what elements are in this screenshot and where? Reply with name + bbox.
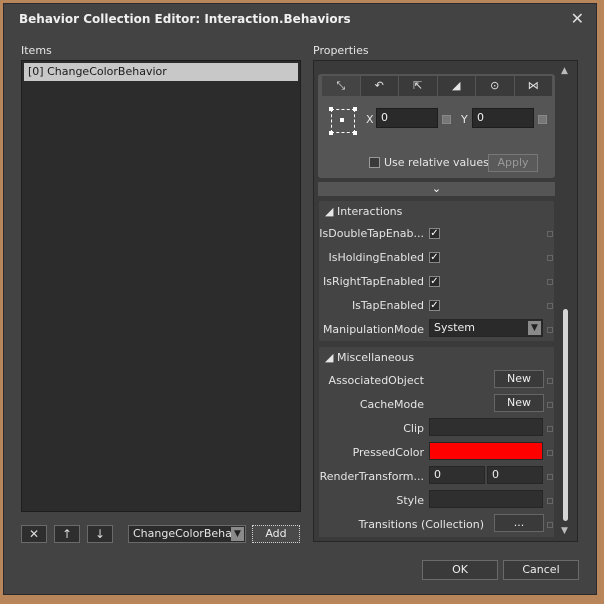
- expand-row[interactable]: ⌄: [318, 182, 555, 196]
- render-transform-x-input[interactable]: 0: [429, 466, 485, 484]
- scroll-down-icon[interactable]: ▼: [561, 526, 568, 536]
- arrow-down-icon: ↓: [94, 527, 106, 541]
- is-tap-checkbox[interactable]: ✓: [429, 300, 440, 311]
- ok-button[interactable]: OK: [422, 560, 498, 580]
- scale-icon: ⇱: [413, 79, 423, 92]
- cache-mode-label: CacheMode: [359, 398, 424, 411]
- render-transform-y-input[interactable]: 0: [487, 466, 543, 484]
- chevron-down-icon[interactable]: ▼: [528, 321, 541, 335]
- behavior-type-combo[interactable]: ChangeColorBeha ▼: [128, 525, 246, 543]
- anchor-point-icon[interactable]: [329, 107, 355, 133]
- property-marker[interactable]: [547, 402, 553, 408]
- items-list[interactable]: [0] ChangeColorBehavior: [21, 60, 301, 512]
- tab-rotate[interactable]: ↶: [360, 76, 399, 96]
- style-label: Style: [396, 494, 424, 507]
- is-tap-label: IsTapEnabled: [351, 299, 424, 312]
- property-marker[interactable]: [547, 498, 553, 504]
- properties-scrollbar[interactable]: ▲ ▼: [559, 64, 573, 538]
- items-label: Items: [21, 44, 52, 57]
- manipulation-mode-label: ManipulationMode: [322, 323, 424, 336]
- interactions-header[interactable]: ◢ Interactions: [325, 205, 402, 218]
- property-marker[interactable]: [547, 522, 553, 528]
- transitions-name: Transitions: [358, 518, 418, 531]
- manipulation-mode-value: System: [434, 321, 476, 334]
- property-marker[interactable]: [547, 255, 553, 261]
- behavior-type-value: ChangeColorBeha: [133, 527, 232, 540]
- is-holding-checkbox[interactable]: ✓: [429, 252, 440, 263]
- close-icon[interactable]: ✕: [571, 9, 584, 28]
- transform-tabs: ⤡ ↶ ⇱ ◢ ⊙ ⋈: [322, 76, 552, 96]
- clip-field[interactable]: [429, 418, 543, 436]
- center-point-icon: ⊙: [490, 79, 500, 92]
- chevron-down-icon[interactable]: ▼: [231, 527, 244, 541]
- clip-label: Clip: [403, 422, 424, 435]
- chevron-down-icon: ⌄: [431, 182, 442, 195]
- interactions-header-label: Interactions: [336, 205, 403, 218]
- properties-label: Properties: [313, 44, 369, 57]
- property-marker[interactable]: [547, 279, 553, 285]
- tab-skew[interactable]: ◢: [437, 76, 476, 96]
- move-up-button[interactable]: ↑: [54, 525, 80, 543]
- tab-center-point[interactable]: ⊙: [476, 76, 515, 96]
- skew-icon: ◢: [452, 79, 461, 92]
- miscellaneous-group: ◢ Miscellaneous AssociatedObject New Cac…: [318, 346, 555, 538]
- relative-values-label: Use relative values: [384, 156, 489, 169]
- y-input[interactable]: 0: [472, 108, 534, 128]
- manipulation-mode-select[interactable]: System ▼: [429, 319, 543, 337]
- associated-object-label: AssociatedObject: [328, 374, 424, 387]
- style-field[interactable]: [429, 490, 543, 508]
- tab-translate[interactable]: ⤡: [322, 76, 361, 96]
- list-item[interactable]: [0] ChangeColorBehavior: [24, 63, 298, 81]
- is-double-tap-label: IsDoubleTapEnab...: [319, 227, 424, 240]
- pressed-color-label: PressedColor: [352, 446, 424, 459]
- associated-object-new-button[interactable]: New: [494, 370, 544, 388]
- relative-values-checkbox[interactable]: [369, 157, 380, 168]
- property-marker[interactable]: [547, 378, 553, 384]
- transitions-label: Transitions (Collection): [359, 518, 484, 531]
- interactions-group: ◢ Interactions IsDoubleTapEnab... ✓ IsHo…: [318, 200, 555, 342]
- tab-flip[interactable]: ⋈: [514, 76, 552, 96]
- cache-mode-new-button[interactable]: New: [494, 394, 544, 412]
- property-marker[interactable]: [547, 474, 553, 480]
- render-transform-label: RenderTransform...: [319, 470, 424, 483]
- y-label: Y: [461, 113, 468, 126]
- miscellaneous-header[interactable]: ◢ Miscellaneous: [325, 351, 414, 364]
- is-right-tap-checkbox[interactable]: ✓: [429, 276, 440, 287]
- pressed-color-swatch[interactable]: [429, 442, 543, 460]
- property-marker[interactable]: [547, 327, 553, 333]
- rotate-icon: ↶: [374, 79, 384, 92]
- move-icon: ⤡: [336, 79, 346, 92]
- x-label: X: [366, 113, 374, 126]
- scroll-thumb[interactable]: [563, 309, 568, 521]
- transitions-value: (Collection): [421, 518, 484, 531]
- title-bar: Behavior Collection Editor: Interaction.…: [4, 4, 596, 34]
- transitions-edit-button[interactable]: ...: [494, 514, 544, 532]
- flip-icon: ⋈: [527, 79, 539, 92]
- tab-scale[interactable]: ⇱: [399, 76, 438, 96]
- dialog-title: Behavior Collection Editor: Interaction.…: [19, 12, 351, 26]
- property-marker[interactable]: [547, 426, 553, 432]
- miscellaneous-header-label: Miscellaneous: [336, 351, 415, 364]
- y-advanced-marker[interactable]: [538, 115, 547, 124]
- property-marker[interactable]: [547, 231, 553, 237]
- is-holding-label: IsHoldingEnabled: [328, 251, 424, 264]
- cancel-button[interactable]: Cancel: [503, 560, 579, 580]
- is-right-tap-label: IsRightTapEnabled: [322, 275, 424, 288]
- property-marker[interactable]: [547, 450, 553, 456]
- remove-item-button[interactable]: ✕: [21, 525, 47, 543]
- remove-icon: ✕: [28, 527, 40, 541]
- move-down-button[interactable]: ↓: [87, 525, 113, 543]
- is-double-tap-checkbox[interactable]: ✓: [429, 228, 440, 239]
- property-marker[interactable]: [547, 303, 553, 309]
- scroll-up-icon[interactable]: ▲: [561, 66, 568, 76]
- transform-panel: ⤡ ↶ ⇱ ◢ ⊙ ⋈ X 0 Y 0 Use relative values …: [318, 74, 555, 178]
- behavior-collection-editor-dialog: Behavior Collection Editor: Interaction.…: [3, 3, 597, 595]
- x-advanced-marker[interactable]: [442, 115, 451, 124]
- arrow-up-icon: ↑: [61, 527, 73, 541]
- add-button[interactable]: Add: [252, 525, 300, 543]
- apply-button[interactable]: Apply: [488, 154, 538, 172]
- x-input[interactable]: 0: [376, 108, 438, 128]
